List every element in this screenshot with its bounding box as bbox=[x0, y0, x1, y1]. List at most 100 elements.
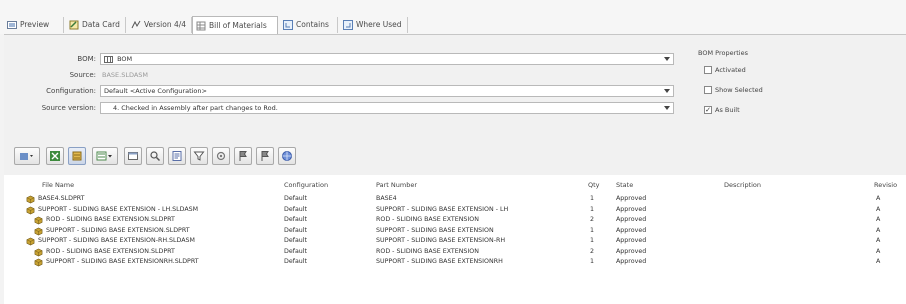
state-cell: Approved bbox=[616, 205, 647, 213]
tab-label: Data Card bbox=[82, 20, 120, 29]
tab-data-card[interactable]: Data Card bbox=[66, 17, 126, 33]
source-version-value: 4. Checked in Assembly after part change… bbox=[113, 104, 278, 112]
table-row[interactable]: BASE4.SLDPRT Default BASE4 1 Approved A bbox=[4, 194, 906, 204]
tab-label: Version 4/4 bbox=[144, 20, 187, 29]
column-header-file-name[interactable]: File Name bbox=[42, 181, 74, 189]
qty-cell: 1 bbox=[590, 258, 595, 265]
tab-version[interactable]: Version 4/4 bbox=[128, 17, 192, 33]
open-dropdown-button[interactable] bbox=[14, 147, 40, 165]
tab-preview[interactable]: Preview bbox=[4, 17, 64, 33]
configuration-cell: Default bbox=[284, 195, 308, 202]
qty-cell: 2 bbox=[590, 216, 595, 223]
settings-icon bbox=[216, 151, 226, 161]
file-name-cell: SUPPORT - SLIDING BASE EXTENSIONRH.SLDPR… bbox=[46, 258, 199, 265]
part-icon bbox=[34, 248, 43, 256]
properties-button[interactable] bbox=[168, 147, 186, 165]
configuration-cell: Default bbox=[284, 216, 308, 223]
table-row[interactable]: SUPPORT - SLIDING BASE EXTENSION - LH.SL… bbox=[4, 205, 906, 215]
configuration-cell: Default bbox=[284, 258, 308, 265]
settings-button[interactable] bbox=[212, 147, 230, 165]
tab-label: Preview bbox=[20, 20, 50, 29]
as-built-checkbox[interactable]: ✓ As Built bbox=[704, 106, 740, 114]
part-number-cell: ROD - SLIDING BASE EXTENSION bbox=[376, 247, 479, 255]
part-number-cell: SUPPORT - SLIDING BASE EXTENSION bbox=[376, 226, 494, 234]
table-row[interactable]: SUPPORT - SLIDING BASE EXTENSIONRH.SLDPR… bbox=[4, 257, 906, 267]
show-selected-checkbox[interactable]: Show Selected bbox=[704, 86, 763, 94]
bom-view-icon bbox=[72, 151, 82, 161]
tab-label: Bill of Materials bbox=[209, 20, 267, 30]
tab-contains[interactable]: Contains bbox=[280, 17, 338, 33]
qty-cell: 1 bbox=[590, 237, 595, 244]
configuration-select[interactable]: Default <Active Configuration> bbox=[100, 85, 674, 97]
qty-cell: 1 bbox=[590, 226, 595, 234]
tab-bill-of-materials[interactable]: Bill of Materials bbox=[192, 16, 278, 34]
checkbox-box bbox=[704, 86, 712, 94]
table-row[interactable]: SUPPORT - SLIDING BASE EXTENSION.SLDPRT D… bbox=[4, 226, 906, 236]
filter-icon bbox=[193, 151, 205, 161]
where-used-icon bbox=[343, 20, 353, 30]
open-dropdown-icon bbox=[20, 153, 33, 160]
checkbox-box bbox=[704, 66, 712, 74]
bom-panel: BOM: BOM Source: BASE.SLDASM Configurati… bbox=[4, 34, 906, 304]
bom-properties-title: BOM Properties bbox=[698, 49, 748, 57]
excel-icon bbox=[50, 151, 60, 161]
flag-button-2[interactable] bbox=[256, 147, 274, 165]
source-version-select[interactable]: 4. Checked in Assembly after part change… bbox=[100, 102, 674, 114]
search-icon bbox=[150, 151, 161, 162]
part-number-cell: SUPPORT - SLIDING BASE EXTENSION-RH bbox=[376, 237, 506, 244]
filter-dropdown-button[interactable] bbox=[92, 147, 118, 165]
bom-label: BOM: bbox=[77, 55, 96, 63]
part-icon bbox=[34, 227, 43, 235]
revision-cell: A bbox=[876, 195, 881, 202]
file-name-cell: BASE4.SLDPRT bbox=[38, 195, 85, 202]
column-header-qty[interactable]: Qty bbox=[588, 181, 600, 189]
chevron-down-icon bbox=[664, 106, 670, 110]
part-icon bbox=[34, 258, 43, 267]
activated-checkbox[interactable]: Activated bbox=[704, 66, 746, 74]
part-number-cell: ROD - SLIDING BASE EXTENSION bbox=[376, 216, 479, 223]
column-header-part-number[interactable]: Part Number bbox=[376, 181, 417, 189]
flag-button[interactable] bbox=[234, 147, 252, 165]
globe-button[interactable] bbox=[278, 147, 296, 165]
file-name-cell: SUPPORT - SLIDING BASE EXTENSION - LH.SL… bbox=[38, 205, 199, 213]
part-number-cell: SUPPORT - SLIDING BASE EXTENSIONRH bbox=[376, 258, 503, 265]
checkbox-label: Activated bbox=[715, 66, 746, 74]
file-name-cell: ROD - SLIDING BASE EXTENSION.SLDPRT bbox=[46, 216, 175, 223]
part-icon bbox=[26, 237, 35, 246]
bom-icon bbox=[196, 21, 206, 30]
search-button[interactable] bbox=[146, 147, 164, 165]
bom-select[interactable]: BOM bbox=[100, 53, 674, 65]
configuration-label: Configuration: bbox=[46, 87, 96, 95]
source-label: Source: bbox=[69, 71, 96, 79]
filter-button[interactable] bbox=[190, 147, 208, 165]
tab-where-used[interactable]: Where Used bbox=[340, 17, 408, 33]
column-header-description[interactable]: Description bbox=[724, 181, 761, 189]
tab-label: Where Used bbox=[356, 20, 402, 29]
window-button[interactable] bbox=[124, 147, 142, 165]
bom-table-icon bbox=[104, 55, 113, 63]
properties-icon bbox=[172, 151, 182, 161]
table-row[interactable]: SUPPORT - SLIDING BASE EXTENSION-RH.SLDA… bbox=[4, 236, 906, 246]
chevron-down-icon bbox=[664, 89, 670, 93]
part-number-cell: BASE4 bbox=[376, 195, 397, 202]
checkbox-box: ✓ bbox=[704, 106, 712, 114]
state-cell: Approved bbox=[616, 247, 647, 255]
state-cell: Approved bbox=[616, 258, 647, 265]
flag-icon bbox=[261, 151, 269, 161]
column-header-revision[interactable]: Revisio bbox=[874, 181, 897, 189]
column-header-state[interactable]: State bbox=[616, 181, 633, 189]
window-icon bbox=[128, 152, 138, 160]
state-cell: Approved bbox=[616, 237, 647, 244]
column-header-configuration[interactable]: Configuration bbox=[284, 181, 328, 189]
bom-view-button[interactable] bbox=[68, 147, 86, 165]
part-icon bbox=[26, 206, 35, 214]
globe-icon bbox=[282, 151, 292, 161]
revision-cell: A bbox=[876, 258, 881, 265]
preview-icon bbox=[7, 21, 17, 29]
table-row[interactable]: ROD - SLIDING BASE EXTENSION.SLDPRT Defau… bbox=[4, 247, 906, 257]
excel-export-button[interactable] bbox=[46, 147, 64, 165]
file-name-cell: SUPPORT - SLIDING BASE EXTENSION.SLDPRT bbox=[46, 226, 190, 234]
table-row[interactable]: ROD - SLIDING BASE EXTENSION.SLDPRT Defau… bbox=[4, 215, 906, 225]
configuration-cell: Default bbox=[284, 247, 308, 255]
contains-icon bbox=[283, 20, 293, 30]
